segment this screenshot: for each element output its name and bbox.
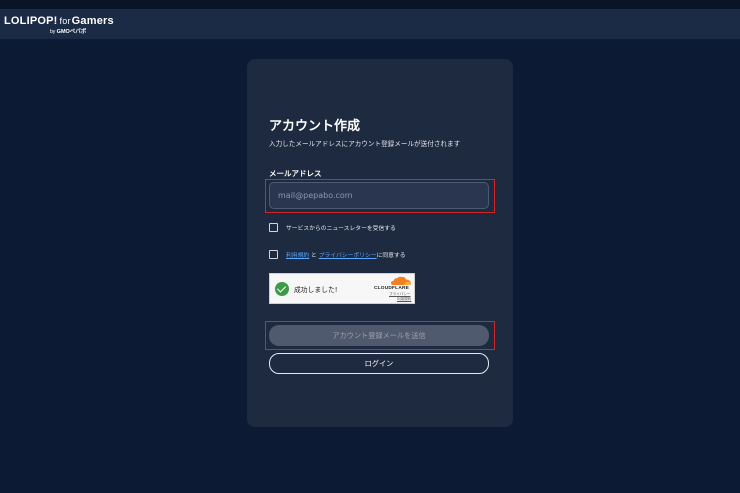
terms-conjunction: と: [311, 253, 317, 259]
email-field[interactable]: [269, 182, 489, 209]
newsletter-checkbox-icon[interactable]: [269, 223, 278, 232]
newsletter-row[interactable]: サービスからのニュースレターを受信する: [269, 223, 396, 232]
captcha-status: 成功しました!: [294, 286, 338, 294]
terms-link[interactable]: 利用規約: [286, 253, 309, 259]
privacy-policy-link[interactable]: プライバシーポリシー: [319, 253, 377, 259]
newsletter-label: サービスからのニュースレターを受信する: [286, 226, 396, 232]
signup-card: アカウント作成 入力したメールアドレスにアカウント登録メールが送付されます メー…: [247, 59, 513, 427]
cloudflare-cloud-icon: [391, 276, 411, 285]
terms-checkbox-icon[interactable]: [269, 250, 278, 259]
login-button[interactable]: ログイン: [269, 353, 489, 374]
logo[interactable]: LOLIPOP! forGamers by GMOペパボ: [4, 15, 114, 35]
logo-sub: by GMOペパボ: [50, 29, 87, 35]
page-title: アカウント作成: [269, 119, 361, 134]
send-registration-email-button[interactable]: アカウント登録メールを送信: [269, 325, 489, 346]
captcha-widget[interactable]: 成功しました! CLOUDFLARE プライバシー 利用規約: [269, 273, 415, 304]
top-strip: [0, 0, 740, 9]
cloudflare-brand: CLOUDFLARE: [374, 286, 410, 291]
logo-text: LOLIPOP! forGamers: [4, 15, 114, 27]
email-label: メールアドレス: [269, 169, 322, 178]
check-circle-icon: [275, 282, 289, 296]
terms-row: 利用規約 と プライバシーポリシーに同意する: [269, 250, 406, 259]
terms-suffix: に同意する: [376, 253, 406, 259]
header: LOLIPOP! forGamers by GMOペパボ: [0, 9, 740, 39]
terms-text: 利用規約 と プライバシーポリシーに同意する: [286, 250, 406, 259]
page-subtitle: 入力したメールアドレスにアカウント登録メールが送付されます: [269, 140, 461, 148]
captcha-terms-link[interactable]: 利用規約: [397, 297, 411, 302]
